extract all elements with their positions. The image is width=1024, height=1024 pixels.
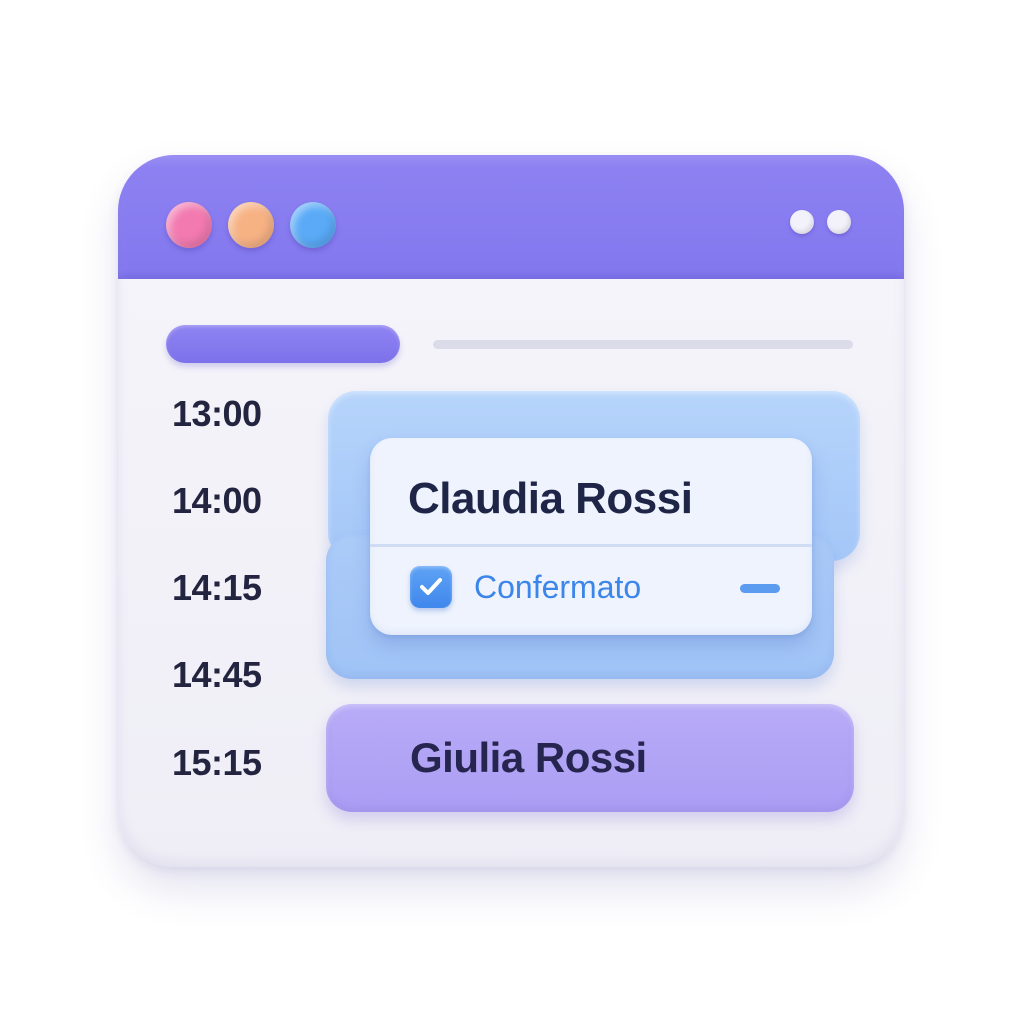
time-slot-label: 13:00 [172, 393, 262, 434]
appointment-name: Giulia Rossi [410, 734, 647, 781]
time-slot-label: 15:15 [172, 742, 262, 783]
title-bar [118, 155, 904, 279]
close-window-button[interactable] [166, 202, 212, 248]
minimize-window-button[interactable] [228, 202, 274, 248]
maximize-window-button[interactable] [290, 202, 336, 248]
collapse-icon[interactable] [740, 584, 780, 593]
checkbox-checked-icon[interactable] [410, 566, 452, 608]
status-label: Confermato [474, 569, 642, 605]
time-slot-label: 14:45 [172, 654, 262, 695]
more-options-dot-icon[interactable] [827, 210, 851, 234]
card-divider [370, 544, 812, 547]
appointment-name: Claudia Rossi [408, 474, 693, 523]
more-options-dot-icon[interactable] [790, 210, 814, 234]
appointment-card-claudia[interactable]: Claudia Rossi Confermato [370, 438, 812, 635]
time-slot-label: 14:00 [172, 480, 262, 521]
appointment-card-giulia[interactable]: Giulia Rossi [326, 704, 854, 812]
header-placeholder-bar [166, 325, 400, 363]
calendar-window: 13:00 14:00 14:15 14:45 15:15 Claudia Ro… [118, 155, 904, 867]
header-divider-line [433, 340, 853, 349]
time-slot-label: 14:15 [172, 567, 262, 608]
